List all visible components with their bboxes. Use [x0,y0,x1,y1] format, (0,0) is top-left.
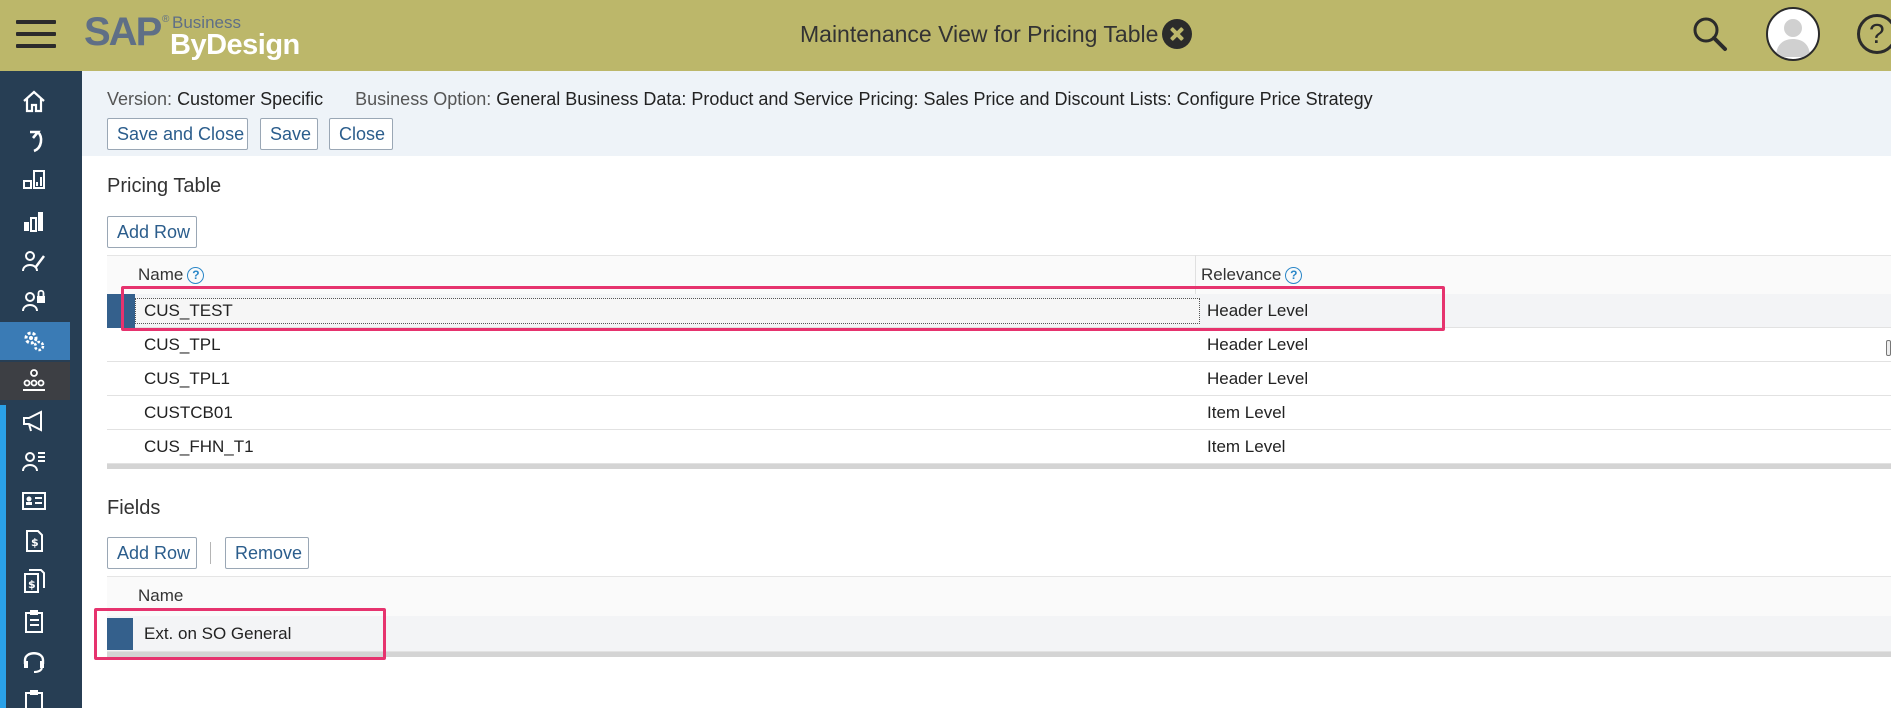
dollar-docs-icon[interactable]: $ [0,562,70,600]
bar-chart-icon[interactable] [0,202,70,240]
clipboard-lock-icon[interactable] [0,682,70,708]
table-row[interactable]: CUS_FHN_T1 Item Level [107,430,1891,464]
save-and-close-button[interactable]: Save and Close [107,118,248,150]
user-list-icon[interactable] [0,442,70,480]
table-row[interactable]: CUS_TPL Header Level [107,328,1891,362]
left-navigation: $ $ [0,71,82,708]
fields-table-header: Name [107,576,1891,616]
table-row[interactable]: Ext. on SO General [107,616,1891,652]
row-name-input[interactable] [135,298,1200,324]
svg-text:$: $ [28,578,36,591]
analytics-icon[interactable] [0,162,70,200]
fields-table: Name Ext. on SO General [107,576,1891,657]
row-name: CUSTCB01 [144,403,233,422]
fields-remove-button[interactable]: Remove [225,537,309,569]
main-content: Version: Customer Specific Business Opti… [82,71,1891,708]
pricing-add-row-button[interactable]: Add Row [107,216,197,248]
close-circle-icon[interactable] [1162,19,1192,49]
column-header-name[interactable]: Name? [138,265,205,285]
megaphone-icon[interactable] [0,402,70,440]
version-info: Version: Customer Specific Business Opti… [107,88,1373,110]
name-help-icon[interactable]: ? [187,267,205,284]
svg-text:$: $ [31,536,39,549]
column-header-relevance[interactable]: Relevance? [1201,265,1303,285]
table-row[interactable]: CUS_TEST Header Level [107,294,1891,328]
row-relevance[interactable]: Header Level [1207,369,1308,389]
business-option-value: General Business Data: Product and Servi… [496,89,1373,109]
user-edit-icon[interactable] [0,242,70,280]
sap-bydesign-logo: SAP ® Business ByDesign [84,10,300,61]
row-selector[interactable] [107,618,133,650]
business-option-label: Business Option: [355,89,492,109]
row-selector[interactable] [107,294,135,328]
close-button[interactable]: Close [329,118,393,150]
version-label: Version: [107,89,173,109]
user-avatar-icon[interactable] [1766,7,1820,61]
row-name: CUS_TEST [144,301,233,320]
hamburger-menu-icon[interactable] [16,17,56,51]
pricing-table-header: Name? Relevance? [107,255,1891,294]
object-header: Version: Customer Specific Business Opti… [82,71,1891,156]
user-lock-icon[interactable] [0,282,70,320]
id-card-icon[interactable] [0,482,70,520]
fields-add-row-button[interactable]: Add Row [107,537,197,569]
row-relevance[interactable]: Item Level [1207,403,1285,423]
logo-bydesign: ByDesign [170,29,300,61]
row-relevance[interactable]: Header Level [1207,335,1308,355]
row-relevance[interactable]: Header Level [1207,301,1308,321]
version-value: Customer Specific [177,89,324,109]
org-chart-icon[interactable] [0,362,70,400]
save-button[interactable]: Save [260,118,318,150]
search-icon[interactable] [1690,14,1730,54]
refresh-icon[interactable] [0,122,70,160]
fields-title: Fields [107,497,161,519]
row-name: CUS_TPL [144,335,221,354]
headset-icon[interactable] [0,642,70,680]
table-row[interactable]: CUS_TPL1 Header Level [107,362,1891,396]
relevance-help-icon[interactable]: ? [1285,267,1303,284]
row-name: Ext. on SO General [144,624,292,643]
page-title: Maintenance View for Pricing Table [800,21,1159,47]
home-icon[interactable] [0,82,70,120]
pricing-table-title: Pricing Table [107,175,222,197]
pricing-table: Name? Relevance? CUS_TEST Header Level C… [107,255,1891,545]
gears-icon[interactable] [0,322,70,360]
table-row[interactable]: CUSTCB01 Item Level [107,396,1891,430]
help-icon[interactable]: ? [1857,14,1891,54]
clipboard-icon[interactable] [0,602,70,640]
row-name: CUS_FHN_T1 [144,437,254,456]
logo-sap: SAP [84,10,162,54]
row-relevance[interactable]: Item Level [1207,437,1285,457]
shell-header: SAP ® Business ByDesign Maintenance View… [0,0,1891,71]
column-header-name[interactable]: Name [138,586,183,606]
scrollbar-handle[interactable] [1886,340,1891,356]
row-name: CUS_TPL1 [144,369,230,388]
dollar-doc-icon[interactable]: $ [0,522,70,560]
